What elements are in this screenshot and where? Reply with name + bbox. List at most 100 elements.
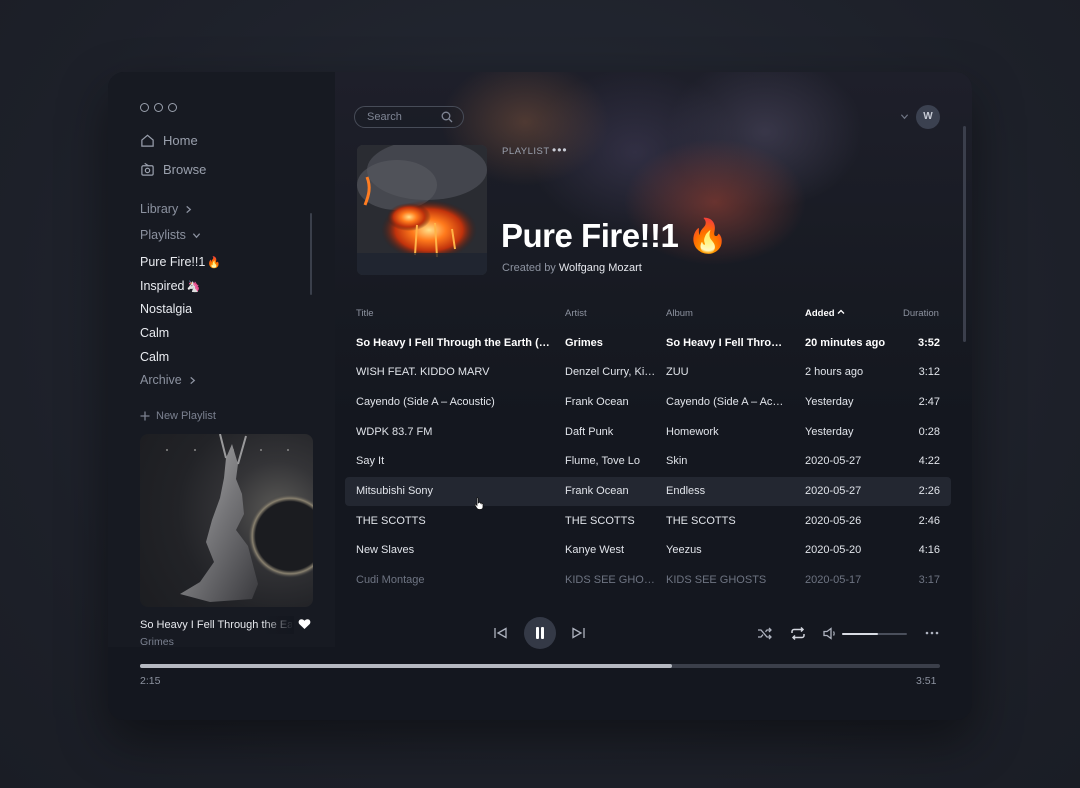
track-album[interactable]: KIDS SEE GHOSTS	[666, 574, 788, 586]
repeat-icon[interactable]	[790, 626, 806, 641]
window-dot-minimize[interactable]	[154, 103, 163, 112]
column-title[interactable]: Title	[356, 308, 374, 319]
sidebar: Home Browse Library Playlists Pure Fire!…	[108, 72, 335, 647]
track-row[interactable]: THE SCOTTS THE SCOTTS THE SCOTTS 2020-05…	[345, 507, 951, 536]
sidebar-playlist-calm[interactable]: Calm	[140, 326, 169, 340]
track-artist[interactable]: Kanye West	[565, 544, 659, 556]
main-panel: Search W PLAYLIST ••• Pure Fire!!1 🔥 Cre…	[335, 72, 972, 647]
track-album[interactable]: ZUU	[666, 366, 788, 378]
shuffle-icon[interactable]	[757, 627, 773, 640]
track-added: 2020-05-20	[805, 544, 862, 556]
track-album[interactable]: Homework	[666, 426, 788, 438]
track-album[interactable]: Endless	[666, 485, 788, 497]
track-artist[interactable]: KIDS SEE GHOSTS	[565, 574, 659, 586]
track-row[interactable]: Say It Flume, Tove Lo Skin 2020-05-27 4:…	[345, 447, 951, 476]
sidebar-playlist-inspired[interactable]: Inspired 🦄	[140, 279, 200, 293]
archive-section[interactable]: Archive	[140, 373, 197, 387]
more-horizontal-icon[interactable]	[925, 631, 939, 635]
track-duration: 4:22	[918, 455, 940, 467]
home-icon	[141, 134, 154, 147]
track-added: 20 minutes ago	[805, 337, 886, 349]
track-album[interactable]: Skin	[666, 455, 788, 467]
track-artist[interactable]: THE SCOTTS	[565, 515, 659, 527]
volume-icon[interactable]	[823, 627, 837, 640]
track-added: 2020-05-27	[805, 485, 862, 497]
track-album[interactable]: Cayendo (Side A – Acoustic)	[666, 396, 788, 408]
track-added: 2020-05-26	[805, 515, 862, 527]
track-added: Yesterday	[805, 396, 854, 408]
next-icon[interactable]	[571, 627, 586, 639]
more-options-button[interactable]: •••	[552, 143, 568, 157]
sidebar-scrollbar[interactable]	[310, 213, 312, 295]
previous-icon[interactable]	[493, 627, 508, 639]
user-avatar[interactable]: W	[916, 105, 940, 129]
column-added-label: Added	[805, 308, 835, 319]
playlist-label: Nostalgia	[140, 302, 193, 316]
pause-button[interactable]	[524, 617, 556, 649]
track-artist[interactable]: Flume, Tove Lo	[565, 455, 659, 467]
track-row[interactable]: Cayendo (Side A – Acoustic) Frank Ocean …	[345, 388, 951, 417]
heart-icon[interactable]	[298, 618, 311, 630]
track-row[interactable]: WDPK 83.7 FM Daft Punk Homework Yesterda…	[345, 418, 951, 447]
playlist-label: Calm	[140, 326, 170, 340]
total-time: 3:51	[916, 675, 937, 687]
library-section[interactable]: Library	[140, 202, 193, 216]
track-title: WISH FEAT. KIDDO MARV	[356, 366, 490, 378]
title-fade	[262, 616, 294, 634]
volume-slider[interactable]	[842, 633, 907, 635]
column-duration[interactable]: Duration	[903, 308, 939, 319]
radio-icon	[141, 162, 154, 176]
track-duration: 2:47	[918, 396, 940, 408]
track-row[interactable]: Cudi Montage KIDS SEE GHOSTS KIDS SEE GH…	[345, 566, 951, 595]
chevron-down-icon[interactable]	[900, 112, 909, 121]
track-album[interactable]: Yeezus	[666, 544, 788, 556]
window-dot-maximize[interactable]	[168, 103, 177, 112]
playlists-section[interactable]: Playlists	[140, 228, 201, 242]
now-playing-cover[interactable]	[140, 434, 313, 607]
playlist-type-label: PLAYLIST	[502, 146, 550, 157]
window-dot-close[interactable]	[140, 103, 149, 112]
track-duration: 3:52	[917, 337, 940, 349]
nav-home[interactable]: Home	[140, 133, 198, 148]
track-row[interactable]: Mitsubishi Sony Frank Ocean Endless 2020…	[345, 477, 951, 506]
sidebar-playlist-pure-fire[interactable]: Pure Fire!!1 🔥	[140, 255, 221, 269]
track-title: THE SCOTTS	[356, 515, 426, 527]
search-input[interactable]: Search	[354, 106, 464, 128]
track-artist[interactable]: Denzel Curry, Kiddo Marv	[565, 366, 659, 378]
track-artist[interactable]: Frank Ocean	[565, 485, 659, 497]
main-scrollbar[interactable]	[963, 126, 966, 342]
archive-label: Archive	[140, 373, 182, 387]
track-title: WDPK 83.7 FM	[356, 426, 433, 438]
playlist-label: Pure Fire!!1	[140, 255, 206, 269]
track-row[interactable]: WISH FEAT. KIDDO MARV Denzel Curry, Kidd…	[345, 358, 951, 387]
track-row[interactable]: So Heavy I Fell Through the Earth (Algor…	[345, 329, 951, 358]
window-controls	[140, 103, 177, 112]
created-by-label: Created by	[502, 262, 556, 274]
progress-bar[interactable]	[140, 664, 940, 668]
column-album[interactable]: Album	[666, 308, 693, 319]
track-artist[interactable]: Frank Ocean	[565, 396, 659, 408]
playlists-label: Playlists	[140, 228, 186, 242]
now-playing-artist[interactable]: Grimes	[140, 636, 174, 648]
track-added: Yesterday	[805, 426, 854, 438]
new-playlist-button[interactable]: New Playlist	[140, 410, 216, 422]
track-row[interactable]: New Slaves Kanye West Yeezus 2020-05-20 …	[345, 536, 951, 565]
playlist-label: Calm	[140, 350, 170, 364]
column-added[interactable]: Added	[805, 308, 845, 319]
sidebar-playlist-nostalgia[interactable]: Nostalgia	[140, 302, 192, 316]
volume-level	[842, 633, 879, 635]
nav-home-label: Home	[163, 133, 198, 148]
track-title: Say It	[356, 455, 385, 467]
track-title: Cudi Montage	[356, 574, 425, 586]
nav-browse[interactable]: Browse	[140, 162, 206, 177]
track-title: New Slaves	[356, 544, 415, 556]
creator-name[interactable]: Wolfgang Mozart	[559, 262, 642, 274]
sidebar-playlist-calm-2[interactable]: Calm	[140, 350, 169, 364]
track-added: 2020-05-27	[805, 455, 862, 467]
hand-cursor-icon	[474, 497, 484, 510]
track-album[interactable]: So Heavy I Fell Through the Earth	[666, 337, 788, 349]
track-artist[interactable]: Grimes	[565, 337, 659, 349]
track-artist[interactable]: Daft Punk	[565, 426, 659, 438]
track-album[interactable]: THE SCOTTS	[666, 515, 788, 527]
column-artist[interactable]: Artist	[565, 308, 587, 319]
